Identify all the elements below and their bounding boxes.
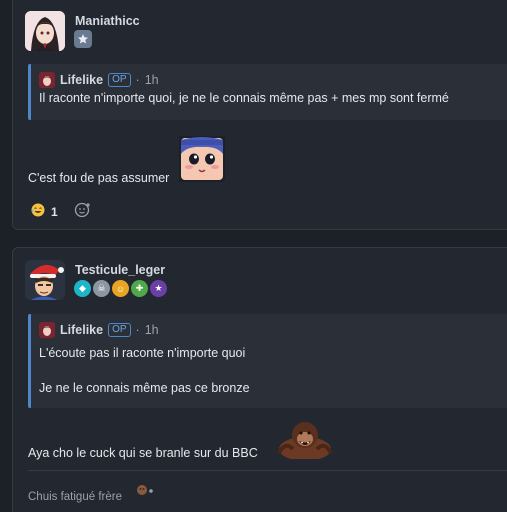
monkey-badge-icon[interactable]: ★ bbox=[150, 280, 167, 297]
signature-emoji-icon bbox=[135, 484, 155, 499]
shield-badge-icon[interactable]: ✚ bbox=[131, 280, 148, 297]
skull-badge-icon[interactable]: ☠ bbox=[93, 280, 110, 297]
post-message: C'est fou de pas assumer bbox=[28, 171, 170, 185]
post-author[interactable]: Testicule_leger bbox=[75, 263, 165, 277]
quote-text: L'écoute pas il raconte n'importe quoi bbox=[39, 346, 246, 360]
reaction-pill[interactable]: 1 bbox=[31, 203, 58, 220]
add-reaction-icon[interactable] bbox=[74, 201, 92, 222]
signature-text: Chuis fatigué frère bbox=[28, 491, 122, 503]
op-badge: OP bbox=[108, 73, 131, 87]
diamond-badge-icon[interactable]: ◆ bbox=[74, 280, 91, 297]
op-badge: OP bbox=[108, 323, 131, 337]
quote-header: Lifelike OP · 1h bbox=[39, 72, 159, 88]
quote-author-avatar[interactable] bbox=[39, 322, 55, 338]
rank-badge-icon[interactable] bbox=[74, 30, 92, 48]
post-card: Maniathicc Lifelike OP · 1h Il raconte n… bbox=[12, 0, 507, 230]
user-badges: ◆ ☠ ☺ ✚ ★ bbox=[74, 280, 167, 297]
quote-block[interactable]: Lifelike OP · 1h L'écoute pas il raconte… bbox=[28, 314, 507, 408]
quote-block[interactable]: Lifelike OP · 1h Il raconte n'importe qu… bbox=[28, 64, 507, 120]
separator-dot: · bbox=[135, 323, 140, 337]
separator-dot: · bbox=[135, 73, 140, 87]
quote-time[interactable]: 1h bbox=[145, 323, 159, 337]
signature-divider bbox=[28, 470, 507, 471]
reaction-count: 1 bbox=[51, 204, 58, 219]
quote-time[interactable]: 1h bbox=[145, 73, 159, 87]
quote-author[interactable]: Lifelike bbox=[60, 323, 103, 337]
laughing-emoji-icon bbox=[31, 203, 45, 220]
reactions-bar: 1 bbox=[31, 201, 92, 222]
quote-author[interactable]: Lifelike bbox=[60, 73, 103, 87]
post-message: Aya cho le cuck qui se branle sur du BBC bbox=[28, 446, 258, 460]
avatar[interactable] bbox=[25, 11, 65, 51]
post-author[interactable]: Maniathicc bbox=[75, 14, 140, 28]
user-badges bbox=[74, 30, 92, 48]
avatar[interactable] bbox=[25, 260, 65, 300]
post-card: Testicule_leger ◆ ☠ ☺ ✚ ★ Lifelike OP · … bbox=[12, 247, 507, 512]
smiley-badge-icon[interactable]: ☺ bbox=[112, 280, 129, 297]
quote-text: Je ne le connais même pas ce bronze bbox=[39, 381, 250, 395]
sticker-image bbox=[179, 136, 225, 182]
quote-text: Il raconte n'importe quoi, je ne le conn… bbox=[39, 91, 449, 105]
quote-header: Lifelike OP · 1h bbox=[39, 322, 159, 338]
quote-author-avatar[interactable] bbox=[39, 72, 55, 88]
gorilla-sticker-image bbox=[277, 419, 333, 461]
